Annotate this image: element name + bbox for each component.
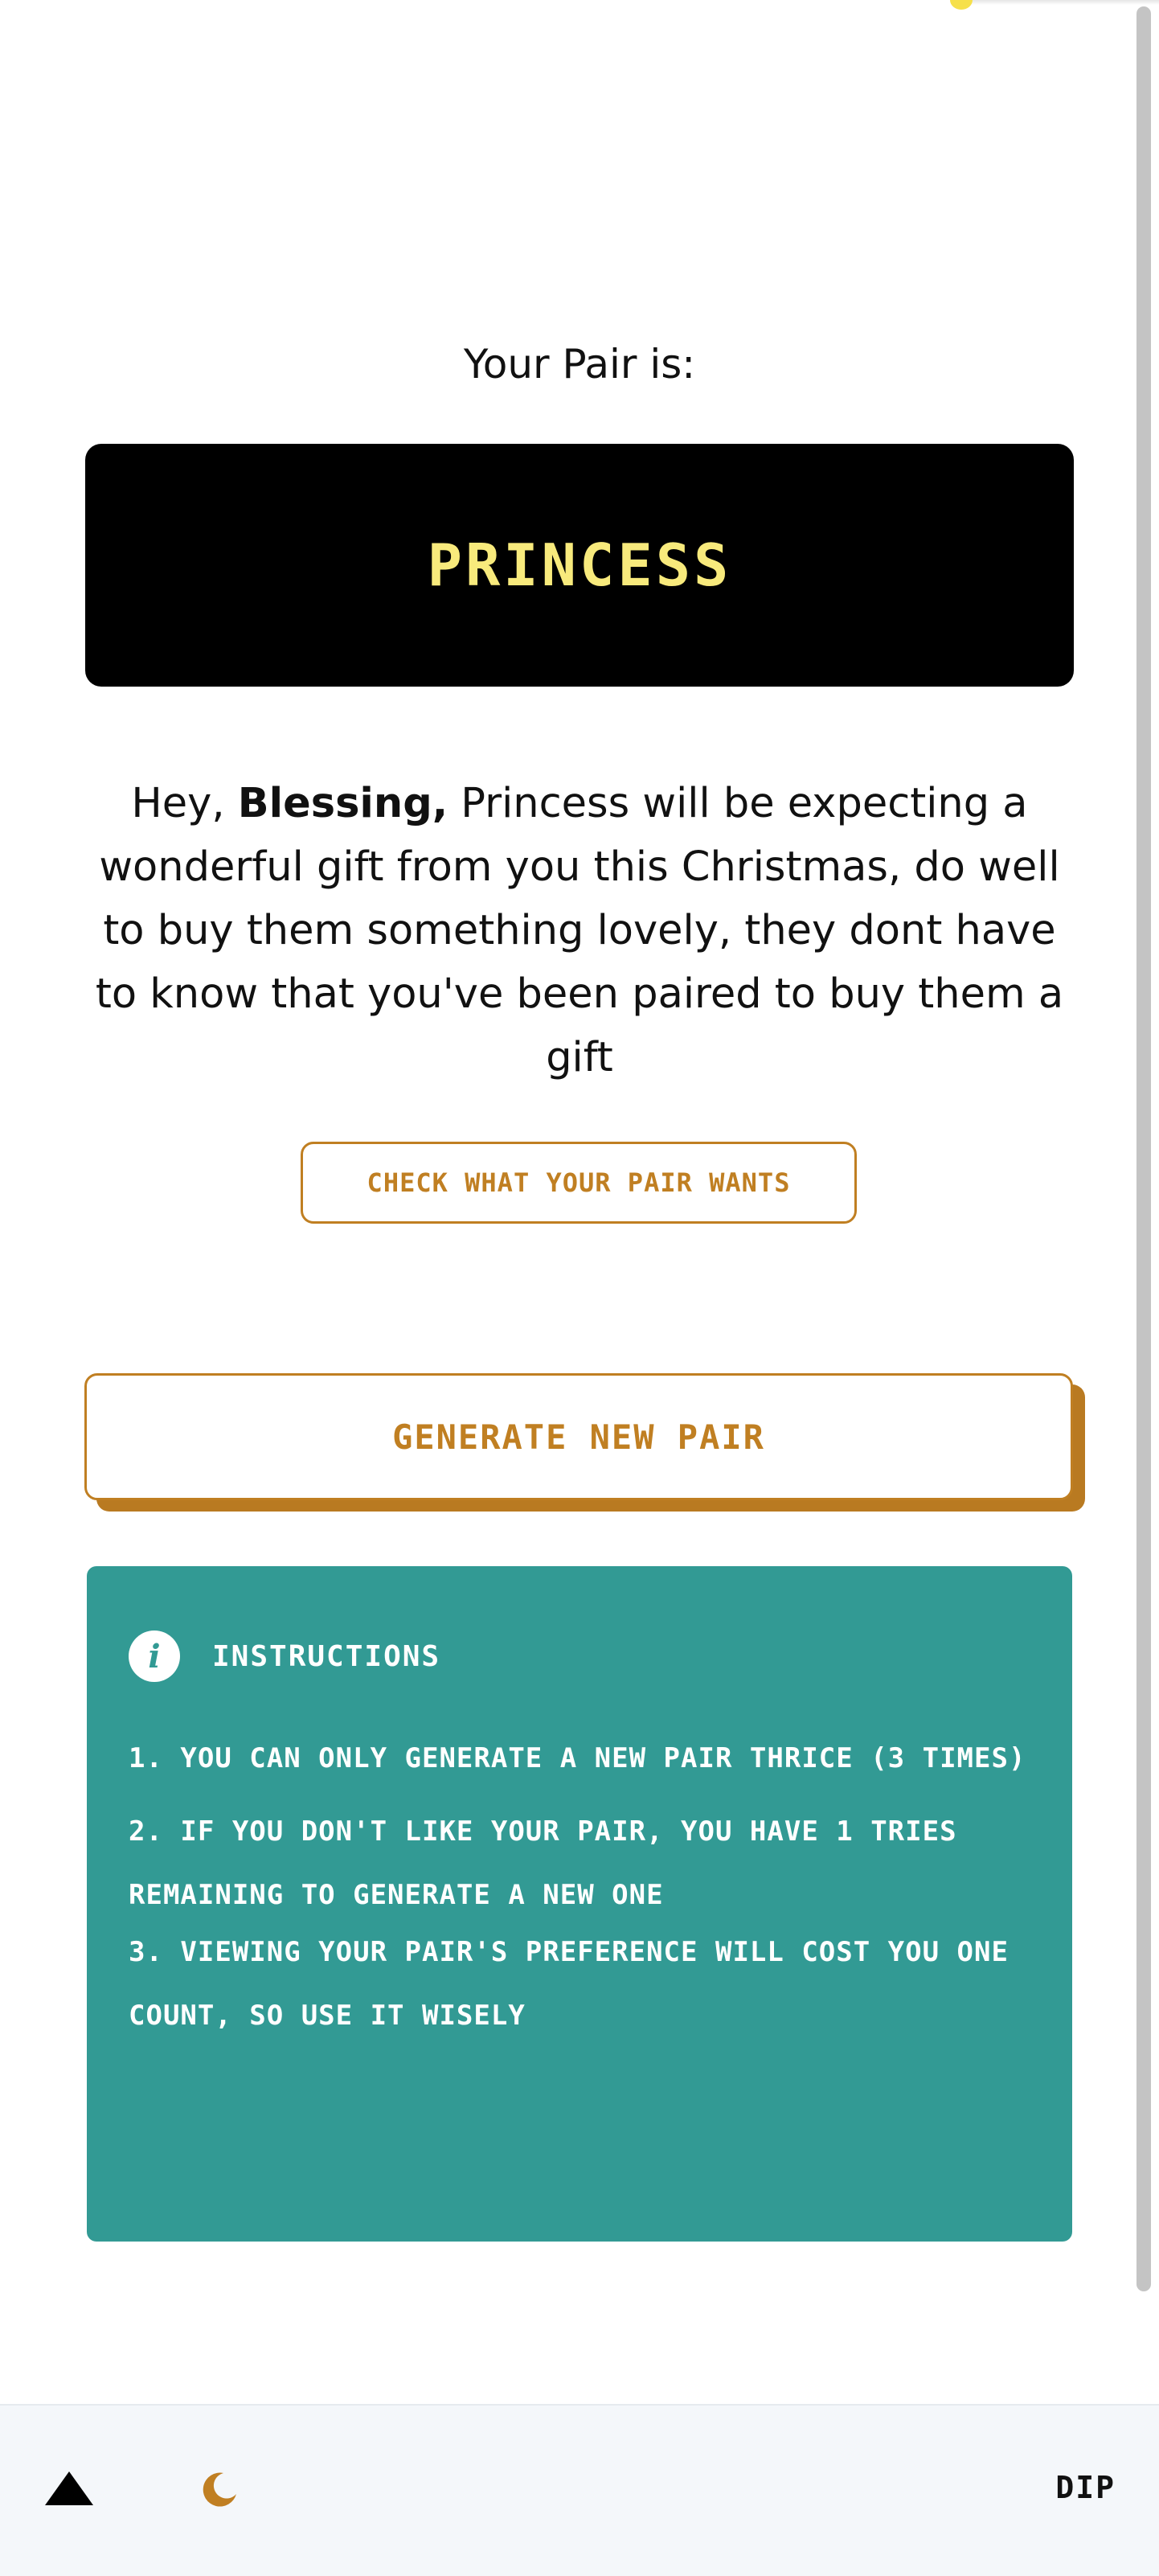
moon-icon[interactable] [199,2470,240,2510]
user-name: Blessing, [237,780,448,827]
instruction-item: 2. IF YOU DON'T LIKE YOUR PAIR, YOU HAVE… [129,1815,957,1911]
footer-bar: DIP [0,2404,1159,2576]
instruction-item: 1. YOU CAN ONLY GENERATE A NEW PAIR THRI… [129,1742,1026,1774]
message-prefix: Hey, [131,780,238,827]
instructions-list: 1. YOU CAN ONLY GENERATE A NEW PAIR THRI… [129,1727,1037,2057]
instructions-header: i INSTRUCTIONS [129,1631,440,1682]
check-pair-wants-button[interactable]: CHECK WHAT YOUR PAIR WANTS [301,1142,857,1224]
footer-label[interactable]: DIP [1055,2470,1116,2505]
pair-message: Hey, Blessing, Princess will be expectin… [77,772,1082,1089]
generate-new-pair-button[interactable]: GENERATE NEW PAIR [84,1373,1073,1500]
pair-display: PRINCESS [85,444,1074,687]
pair-heading: Your Pair is: [463,341,696,388]
instructions-title: INSTRUCTIONS [212,1639,441,1673]
status-dot [950,0,973,10]
info-icon: i [129,1631,180,1682]
instructions-panel: i INSTRUCTIONS 1. YOU CAN ONLY GENERATE … [87,1566,1072,2242]
pair-name: PRINCESS [427,531,732,599]
top-shadow [964,0,1159,5]
instruction-item: 3. VIEWING YOUR PAIR'S PREFERENCE WILL C… [129,1936,1009,2032]
triangle-icon[interactable] [45,2471,93,2505]
